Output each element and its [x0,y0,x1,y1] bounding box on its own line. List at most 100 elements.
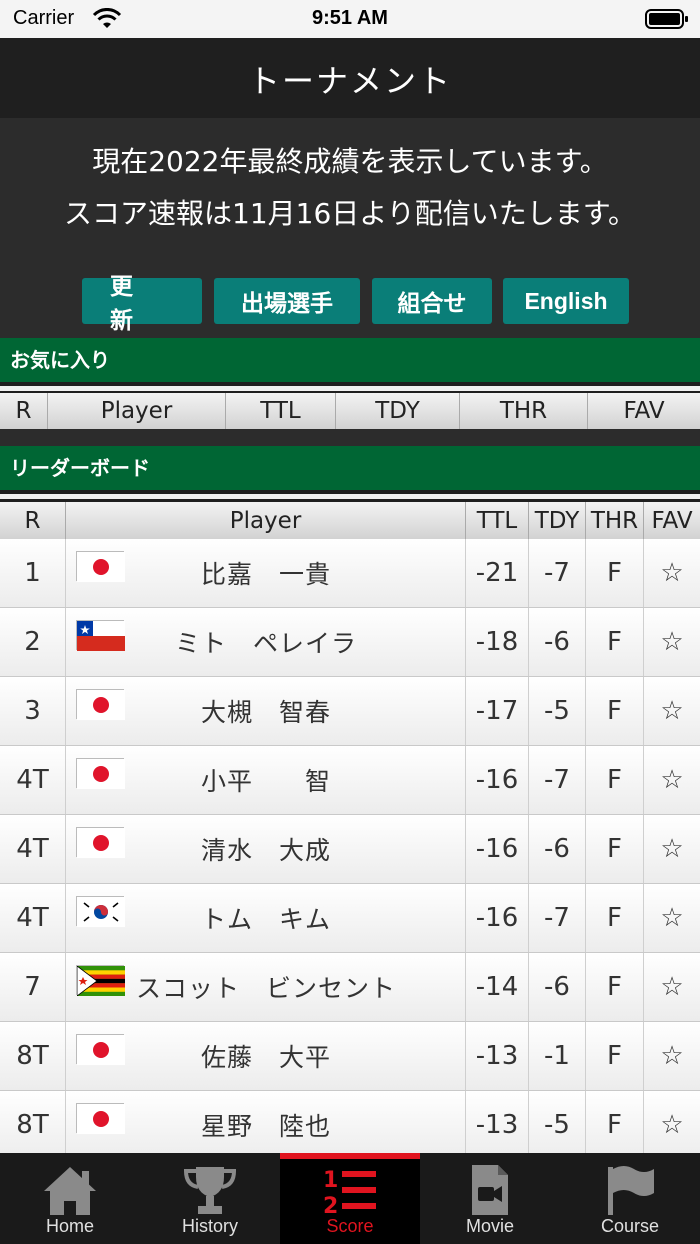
table-row[interactable]: 4T 小平 智 -16 -7 F ☆ [0,746,700,815]
tab-home[interactable]: Home [0,1153,140,1244]
thr-cell: F [586,677,644,745]
tdy-cell: -6 [529,953,586,1021]
table-row[interactable]: 4T トム キム -16 -7 F ☆ [0,884,700,953]
player-name[interactable]: 星野 陸也 [66,1091,466,1153]
notice-line-1: 現在2022年最終成績を表示しています。 [92,145,608,178]
thr-cell: F [586,539,644,607]
col-tdy: TDY [336,393,460,429]
tab-bar: Home History 1 2 Score Movie Course [0,1153,700,1244]
divider [0,494,700,499]
thr-cell: F [586,815,644,883]
thr-cell: F [586,953,644,1021]
favorite-star-icon[interactable]: ☆ [644,953,700,1021]
favorite-star-icon[interactable]: ☆ [644,677,700,745]
favorite-star-icon[interactable]: ☆ [644,1022,700,1090]
entry-players-button[interactable]: 出場選手 [214,278,360,324]
pairings-button[interactable]: 組合せ [372,278,492,324]
trophy-icon [183,1167,237,1214]
favorite-star-icon[interactable]: ☆ [644,608,700,676]
tdy-cell: -7 [529,539,586,607]
rank-cell: 7 [0,953,66,1021]
ttl-cell: -18 [466,608,529,676]
divider [0,386,700,391]
player-name[interactable]: 佐藤 大平 [66,1022,466,1090]
tab-label: Movie [465,1216,514,1236]
favorite-star-icon[interactable]: ☆ [644,539,700,607]
rank-cell: 8T [0,1091,66,1153]
player-name[interactable]: 大槻 智春 [66,677,466,745]
col-player: Player [66,502,466,539]
rank-cell: 4T [0,884,66,952]
thr-cell: F [586,884,644,952]
tdy-cell: -5 [529,1091,586,1153]
table-row[interactable]: 4T 清水 大成 -16 -6 F ☆ [0,815,700,884]
rank-cell: 8T [0,1022,66,1090]
tab-label: Home [45,1216,94,1236]
player-name[interactable]: 小平 智 [66,746,466,814]
ttl-cell: -17 [466,677,529,745]
page-title: トーナメント [247,62,452,100]
rank-cell: 4T [0,746,66,814]
refresh-button[interactable]: 更新 [82,274,202,334]
favorite-star-icon[interactable]: ☆ [644,884,700,952]
ttl-cell: -13 [466,1091,529,1153]
tdy-cell: -6 [529,608,586,676]
notice-line-2: スコア速報は11月16日より配信いたします。 [64,197,636,230]
thr-cell: F [586,1091,644,1153]
tdy-cell: -1 [529,1022,586,1090]
rank-cell: 4T [0,815,66,883]
tab-score[interactable]: 1 2 Score [280,1153,420,1244]
tdy-cell: -7 [529,884,586,952]
table-row[interactable]: 8T 佐藤 大平 -13 -1 F ☆ [0,1022,700,1091]
ttl-cell: -21 [466,539,529,607]
ttl-cell: -16 [466,815,529,883]
battery-icon [645,9,688,29]
col-ttl: TTL [226,393,336,429]
favorite-star-icon[interactable]: ☆ [644,1091,700,1153]
tdy-cell: -6 [529,815,586,883]
col-rank: R [0,393,48,429]
table-row[interactable]: 8T 星野 陸也 -13 -5 F ☆ [0,1091,700,1153]
favorites-table-header: R Player TTL TDY THR FAV [0,393,700,429]
player-name[interactable]: 清水 大成 [66,815,466,883]
tab-label: Course [600,1216,660,1236]
ttl-cell: -16 [466,746,529,814]
col-rank: R [0,502,66,539]
favorites-section-header: お気に入り [0,338,700,382]
player-name[interactable]: ミト ペレイラ [66,608,466,676]
table-row[interactable]: 3 大槻 智春 -17 -5 F ☆ [0,677,700,746]
ttl-cell: -16 [466,884,529,952]
col-ttl: TTL [466,502,529,539]
player-name[interactable]: 比嘉 一貴 [66,539,466,607]
home-icon [44,1167,96,1215]
col-thr: THR [586,502,644,539]
status-bar: Carrier 9:51 AM [0,0,700,38]
flag-icon [608,1166,654,1215]
rank-cell: 1 [0,539,66,607]
favorite-star-icon[interactable]: ☆ [644,815,700,883]
tab-history[interactable]: History [140,1153,280,1244]
player-name[interactable]: トム キム [66,884,466,952]
col-fav: FAV [623,398,665,424]
tab-movie[interactable]: Movie [420,1153,560,1244]
thr-cell: F [586,608,644,676]
leaderboard-list[interactable]: 1 比嘉 一貴 -21 -7 F ☆ 2 ミト ペレイラ -18 -6 F ☆ 3 大槻 智春 -17 -5 F… [0,539,700,1153]
english-button[interactable]: English [503,278,629,324]
leaderboard-table-header: R Player TTL TDY THR FAV [0,502,700,539]
tab-label: History [181,1216,238,1236]
table-row[interactable]: 7 スコット ビンセント -14 -6 F ☆ [0,953,700,1022]
tab-course[interactable]: Course [560,1153,700,1244]
rank-cell: 2 [0,608,66,676]
clock: 9:51 AM [312,7,388,29]
rank-cell: 3 [0,677,66,745]
col-player: Player [48,393,226,429]
svg-text:2: 2 [323,1194,338,1217]
table-row[interactable]: 1 比嘉 一貴 -21 -7 F ☆ [0,539,700,608]
favorite-star-icon[interactable]: ☆ [644,746,700,814]
table-row[interactable]: 2 ミト ペレイラ -18 -6 F ☆ [0,608,700,677]
tdy-cell: -5 [529,677,586,745]
thr-cell: F [586,1022,644,1090]
player-name[interactable]: スコット ビンセント [66,953,466,1021]
movie-file-icon [472,1165,508,1215]
col-thr: THR [460,393,588,429]
